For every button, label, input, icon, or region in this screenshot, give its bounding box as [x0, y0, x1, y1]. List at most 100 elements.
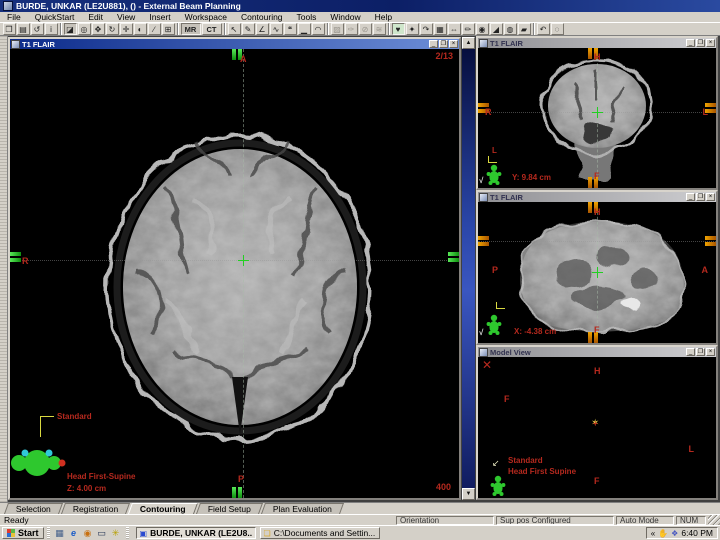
- undo-button[interactable]: ↶: [537, 23, 550, 35]
- tab-registration[interactable]: Registration: [61, 503, 130, 514]
- messenger-icon[interactable]: ✳: [110, 527, 122, 539]
- restore-icon[interactable]: ❐: [696, 39, 705, 47]
- tab-selection[interactable]: Selection: [4, 503, 63, 514]
- media-player-icon[interactable]: ◉: [82, 527, 94, 539]
- resize-grip[interactable]: [708, 515, 720, 525]
- sagittal-label-anterior: A: [702, 266, 709, 275]
- tab-plan-evaluation[interactable]: Plan Evaluation: [261, 503, 344, 514]
- wedge-tool-button[interactable]: ◢: [490, 23, 503, 35]
- arc-button[interactable]: ◠: [312, 23, 325, 35]
- axial-slab-marker-left[interactable]: [10, 252, 21, 262]
- sagittal-slab-marker-right[interactable]: [705, 236, 716, 246]
- refresh-button[interactable]: ↺: [31, 23, 44, 35]
- slice-scrollbar[interactable]: ▲ ▼: [462, 37, 475, 500]
- profile-curve-button[interactable]: ∿: [270, 23, 283, 35]
- brush-tool-button[interactable]: ✏: [462, 23, 475, 35]
- close-icon[interactable]: ×: [706, 39, 715, 47]
- axial-image-canvas[interactable]: A R P 2/13 400 Standard Head First-Supin…: [10, 49, 459, 498]
- task-explorer[interactable]: ❏ C:\Documents and Settin...: [260, 527, 380, 539]
- axial-slab-marker-right[interactable]: [448, 252, 459, 262]
- minimize-icon[interactable]: _: [429, 40, 438, 48]
- minimize-icon[interactable]: _: [686, 348, 695, 356]
- sagittal-viewport-titlebar[interactable]: T1 FLAIR _ ❐ ×: [478, 192, 716, 202]
- close-icon[interactable]: ×: [449, 40, 458, 48]
- tab-field-setup[interactable]: Field Setup: [196, 503, 263, 514]
- reference-line-button[interactable]: ▁: [298, 23, 311, 35]
- sagittal-slab-marker-left[interactable]: [478, 236, 489, 246]
- window-level-button[interactable]: ◐: [134, 23, 147, 35]
- restore-icon[interactable]: ❐: [696, 193, 705, 201]
- sphere-tool-button[interactable]: ◉: [476, 23, 489, 35]
- task-eclipse[interactable]: ▣ BURDE, UNKAR (LE2U8...: [136, 527, 256, 539]
- save-button[interactable]: ▤: [17, 23, 30, 35]
- mr-series-toggle[interactable]: MR: [181, 23, 201, 35]
- menu-view[interactable]: View: [110, 12, 142, 22]
- ct-series-toggle[interactable]: CT: [202, 23, 222, 35]
- coronal-image-canvas[interactable]: H R L F L √ Y: 9.84 cm: [478, 48, 716, 188]
- rotate-3d-button[interactable]: ↷: [420, 23, 433, 35]
- margin-tool-button[interactable]: ⇔: [448, 23, 461, 35]
- pointer-3d-button[interactable]: ✦: [406, 23, 419, 35]
- menu-workspace[interactable]: Workspace: [178, 12, 234, 22]
- pan-tool-button[interactable]: ✥: [92, 23, 105, 35]
- grid-toggle-button[interactable]: ⊞: [162, 23, 175, 35]
- coronal-crosshair[interactable]: [592, 107, 603, 118]
- polygon-tool-button[interactable]: ▰: [518, 23, 531, 35]
- structure-table-button[interactable]: ▦: [434, 23, 447, 35]
- select-arrow-button[interactable]: ↖: [228, 23, 241, 35]
- contour-structure-button[interactable]: ♥: [392, 23, 405, 35]
- restore-icon[interactable]: ❐: [696, 348, 705, 356]
- menu-edit[interactable]: Edit: [81, 12, 110, 22]
- close-icon[interactable]: ×: [706, 348, 715, 356]
- annotation-button[interactable]: ❝: [284, 23, 297, 35]
- restore-icon[interactable]: ❐: [439, 40, 448, 48]
- menu-contouring[interactable]: Contouring: [234, 12, 290, 22]
- close-icon[interactable]: ×: [706, 193, 715, 201]
- isocenter-marker[interactable]: ✶: [591, 419, 599, 429]
- axial-crosshair[interactable]: [238, 255, 249, 266]
- ie-icon[interactable]: e: [68, 527, 80, 539]
- coronal-viewport-titlebar[interactable]: T1 FLAIR _ ❐ ×: [478, 38, 716, 48]
- minimize-icon[interactable]: _: [686, 193, 695, 201]
- slice-scrollbar-track[interactable]: [462, 49, 475, 488]
- open-patient-button[interactable]: ❒: [3, 23, 16, 35]
- monitor-icon[interactable]: ▭: [96, 527, 108, 539]
- rotate-view-button[interactable]: ↻: [106, 23, 119, 35]
- menu-help[interactable]: Help: [368, 12, 399, 22]
- search-button[interactable]: ◌: [551, 23, 564, 35]
- window-grip-strip[interactable]: [0, 36, 8, 502]
- tray-hand-icon[interactable]: ✋: [658, 529, 668, 538]
- model-viewport-titlebar[interactable]: Model View _ ❐ ×: [478, 347, 716, 357]
- menu-window[interactable]: Window: [323, 12, 367, 22]
- zoom-tool-button[interactable]: ◎: [78, 23, 91, 35]
- start-button[interactable]: Start: [2, 527, 44, 539]
- sagittal-crosshair[interactable]: [592, 267, 603, 278]
- menu-insert[interactable]: Insert: [142, 12, 177, 22]
- ruler-button[interactable]: ✎: [242, 23, 255, 35]
- menu-file[interactable]: File: [0, 12, 28, 22]
- interpolate-button[interactable]: ≋: [373, 23, 386, 35]
- image-window-tool-button[interactable]: ◪: [64, 23, 77, 35]
- profile-line-button[interactable]: ∕: [148, 23, 161, 35]
- menu-quickstart[interactable]: QuickStart: [28, 12, 82, 22]
- show-desktop-icon[interactable]: ▦: [54, 527, 66, 539]
- axial-viewport-titlebar[interactable]: T1 FLAIR _ ❐ ×: [10, 39, 459, 49]
- erase-button[interactable]: ⊘: [359, 23, 372, 35]
- info-button[interactable]: i: [45, 23, 58, 35]
- model-view-canvas[interactable]: ✕ H F ✶ L F ↙ Standard Head First Supine: [478, 357, 716, 498]
- sagittal-image-canvas[interactable]: H P A F √ X: -4.38 cm: [478, 202, 716, 343]
- visibility-button[interactable]: ◍: [504, 23, 517, 35]
- tray-display-icon[interactable]: ❖: [671, 529, 678, 538]
- tray-icons: ✋❖: [658, 529, 681, 538]
- scroll-down-icon[interactable]: ▼: [462, 488, 475, 500]
- tab-contouring[interactable]: Contouring: [128, 503, 198, 514]
- tray-expand-icon[interactable]: «: [651, 529, 655, 538]
- crosshair-tool-button[interactable]: ✛: [120, 23, 133, 35]
- angle-measure-button[interactable]: ∠: [256, 23, 269, 35]
- minimize-icon[interactable]: _: [686, 39, 695, 47]
- draw-plane-button[interactable]: ✑: [345, 23, 358, 35]
- cut-plane-button[interactable]: ▨: [331, 23, 344, 35]
- axial-slab-marker-bottom[interactable]: [232, 487, 242, 498]
- menu-tools[interactable]: Tools: [290, 12, 324, 22]
- scroll-up-icon[interactable]: ▲: [462, 37, 475, 49]
